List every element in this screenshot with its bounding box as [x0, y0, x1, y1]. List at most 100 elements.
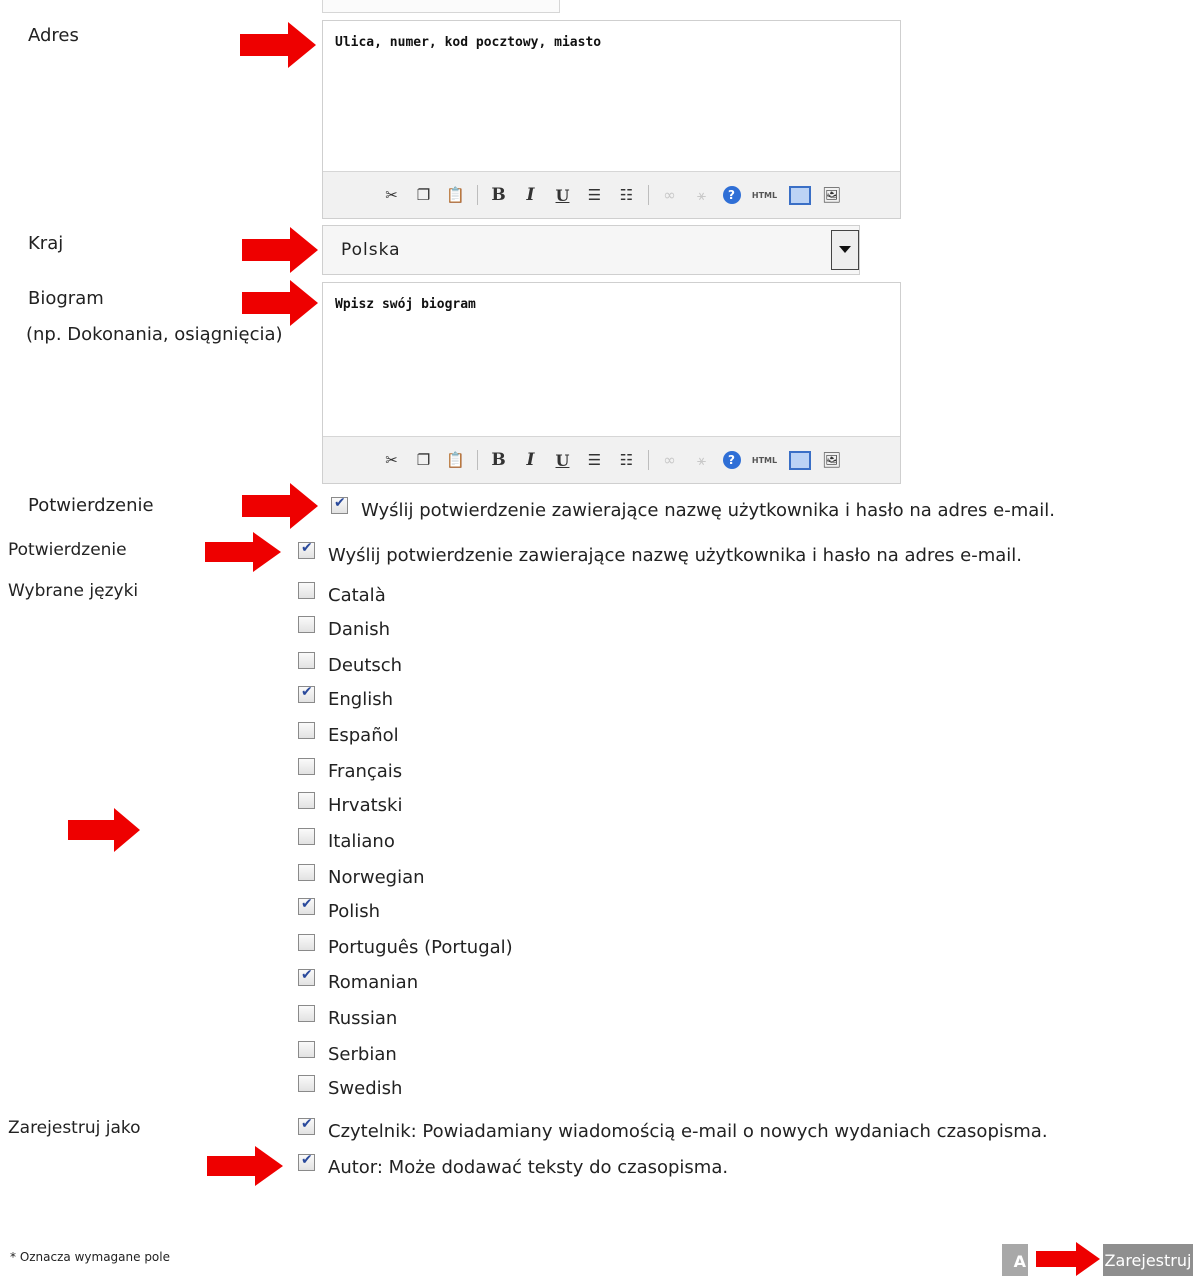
language-label: Romanian: [328, 972, 419, 993]
language-checkbox[interactable]: [298, 792, 315, 809]
html-icon[interactable]: HTML: [751, 184, 779, 206]
country-select[interactable]: Polska: [322, 225, 860, 275]
required-fields-note: * Oznacza wymagane pole: [10, 1250, 170, 1264]
language-label: Norwegian: [328, 867, 425, 888]
cancel-button-label: A: [1013, 1252, 1026, 1271]
copy-icon[interactable]: ❐: [413, 184, 435, 206]
image-icon[interactable]: 🖼: [821, 449, 843, 471]
label-wybrane-jezyki: Wybrane języki: [8, 581, 139, 601]
language-checkbox[interactable]: [298, 652, 315, 669]
language-checkbox[interactable]: [298, 1041, 315, 1058]
register-button[interactable]: Zarejestruj: [1103, 1244, 1193, 1276]
help-icon[interactable]: ?: [722, 451, 741, 469]
adres-editor-text[interactable]: Ulica, numer, kod pocztowy, miasto: [323, 21, 900, 64]
help-icon[interactable]: ?: [722, 186, 741, 204]
bullet-list-icon[interactable]: ☰: [584, 184, 606, 206]
numbered-list-icon[interactable]: ☷: [616, 184, 638, 206]
language-checkbox[interactable]: [298, 758, 315, 775]
language-label: Swedish: [328, 1078, 403, 1099]
role-reader-label: Czytelnik: Powiadamiany wiadomością e-ma…: [328, 1121, 1048, 1142]
adres-editor-toolbar: ✂ ❐ 📋 B I U ☰ ☷ ∞ ⚹ ? HTML 🖼: [323, 171, 900, 218]
role-author-label: Autor: Może dodawać teksty do czasopisma…: [328, 1157, 729, 1178]
language-checkbox[interactable]: [298, 828, 315, 845]
country-select-value: Polska: [341, 240, 401, 260]
italic-icon[interactable]: I: [520, 449, 542, 471]
language-label: Français: [328, 761, 403, 782]
link-icon[interactable]: ∞: [659, 449, 681, 471]
toolbar-separator: [476, 185, 478, 205]
unlink-icon[interactable]: ⚹: [691, 449, 713, 471]
language-checkbox[interactable]: [298, 896, 315, 915]
toolbar-separator: [647, 185, 649, 205]
language-label: Português (Portugal): [328, 937, 513, 958]
paste-icon[interactable]: 📋: [445, 449, 467, 471]
adres-editor[interactable]: Ulica, numer, kod pocztowy, miasto ✂ ❐ 📋…: [322, 20, 901, 219]
link-icon[interactable]: ∞: [659, 184, 681, 206]
red-arrow-icon: [68, 808, 140, 852]
bold-icon[interactable]: B: [488, 184, 510, 206]
red-arrow-icon: [205, 532, 281, 572]
language-label: Italiano: [328, 831, 395, 852]
html-icon[interactable]: HTML: [751, 449, 779, 471]
toolbar-separator: [476, 450, 478, 470]
copy-icon[interactable]: ❐: [413, 449, 435, 471]
language-checkbox[interactable]: [298, 616, 315, 633]
underline-icon[interactable]: U: [552, 449, 574, 471]
language-label: Español: [328, 725, 399, 746]
language-checkbox[interactable]: [298, 722, 315, 739]
language-label: Català: [328, 585, 386, 606]
language-label: Russian: [328, 1008, 398, 1029]
red-arrow-icon: [1036, 1242, 1100, 1276]
language-label: Danish: [328, 619, 391, 640]
language-label: Deutsch: [328, 655, 403, 676]
red-arrow-icon: [242, 483, 318, 529]
image-icon[interactable]: 🖼: [821, 184, 843, 206]
language-label: English: [328, 689, 393, 710]
fullscreen-icon[interactable]: [788, 185, 811, 205]
label-biogram-hint: (np. Dokonania, osiągnięcia): [26, 324, 283, 345]
chevron-down-icon[interactable]: [831, 230, 859, 270]
fullscreen-icon[interactable]: [788, 450, 811, 470]
red-arrow-icon: [207, 1146, 283, 1186]
language-checkbox[interactable]: [298, 864, 315, 881]
label-zarejestruj-jako: Zarejestruj jako: [8, 1118, 141, 1138]
bullet-list-icon[interactable]: ☰: [584, 449, 606, 471]
italic-icon[interactable]: I: [520, 184, 542, 206]
red-arrow-icon: [242, 227, 318, 273]
language-label: Polish: [328, 901, 381, 922]
label-potwierdzenie: Potwierdzenie: [8, 540, 127, 560]
language-checkbox[interactable]: [298, 934, 315, 951]
label-potwierdzenie: Potwierdzenie: [28, 495, 154, 516]
role-reader-checkbox[interactable]: [298, 1116, 315, 1135]
confirm-checkbox[interactable]: [331, 495, 348, 514]
confirm-checkbox[interactable]: [298, 540, 315, 559]
role-author-checkbox[interactable]: [298, 1152, 315, 1171]
label-adres: Adres: [28, 25, 79, 46]
underline-icon[interactable]: U: [552, 184, 574, 206]
label-kraj: Kraj: [28, 233, 64, 254]
red-arrow-icon: [240, 22, 316, 68]
unlink-icon[interactable]: ⚹: [691, 184, 713, 206]
language-checkbox[interactable]: [298, 967, 315, 986]
bold-icon[interactable]: B: [488, 449, 510, 471]
confirm-checkbox-label: Wyślij potwierdzenie zawierające nazwę u…: [361, 500, 1055, 521]
biogram-editor-toolbar: ✂ ❐ 📋 B I U ☰ ☷ ∞ ⚹ ? HTML 🖼: [323, 436, 900, 483]
language-label: Hrvatski: [328, 795, 403, 816]
label-biogram: Biogram: [28, 288, 104, 309]
cut-icon[interactable]: ✂: [381, 184, 403, 206]
cut-icon[interactable]: ✂: [381, 449, 403, 471]
toolbar-separator: [647, 450, 649, 470]
cancel-button[interactable]: A: [1002, 1244, 1028, 1276]
language-label: Serbian: [328, 1044, 397, 1065]
paste-icon[interactable]: 📋: [445, 184, 467, 206]
previous-field-edge: [322, 0, 560, 13]
language-checkbox[interactable]: [298, 1005, 315, 1022]
language-checkbox[interactable]: [298, 582, 315, 599]
confirm-checkbox-label: Wyślij potwierdzenie zawierające nazwę u…: [328, 545, 1022, 566]
numbered-list-icon[interactable]: ☷: [616, 449, 638, 471]
biogram-editor[interactable]: Wpisz swój biogram ✂ ❐ 📋 B I U ☰ ☷ ∞ ⚹ ?…: [322, 282, 901, 484]
language-checkbox[interactable]: [298, 1075, 315, 1092]
language-checkbox[interactable]: [298, 684, 315, 703]
biogram-editor-text[interactable]: Wpisz swój biogram: [323, 283, 900, 326]
red-arrow-icon: [242, 280, 318, 326]
